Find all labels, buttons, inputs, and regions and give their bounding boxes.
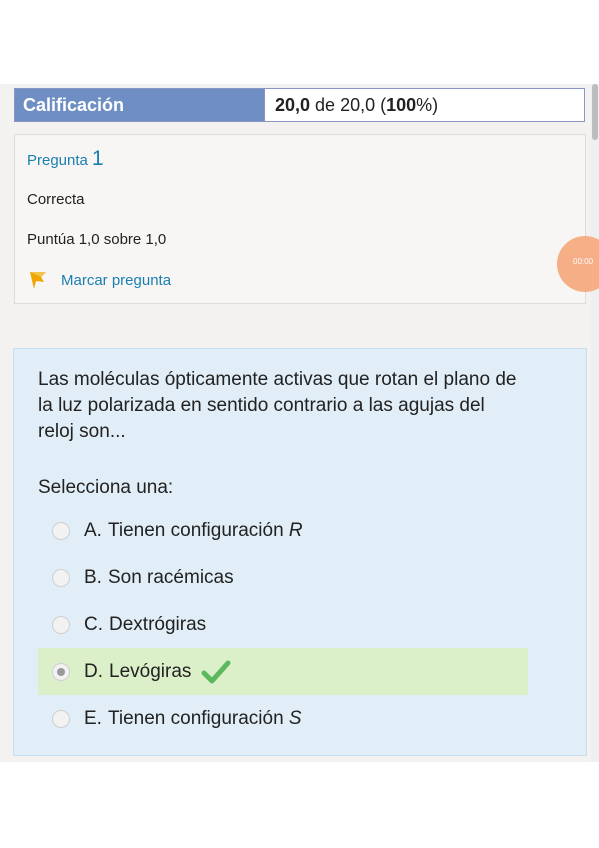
answer-list: A. Tienen configuración R B. Son racémic…	[38, 507, 528, 742]
timer-text: 00:00	[573, 257, 594, 266]
flag-question-link[interactable]: Marcar pregunta	[27, 269, 171, 291]
answer-letter: E.	[84, 707, 102, 729]
answer-option-d[interactable]: D. Levógiras	[38, 648, 528, 695]
answer-prompt: Selecciona una:	[38, 477, 174, 498]
correct-check-icon	[201, 660, 231, 683]
question-text: Las moléculas ópticamente activas que ro…	[38, 369, 517, 442]
answer-option-e[interactable]: E. Tienen configuración S	[38, 695, 528, 742]
flag-question-label: Marcar pregunta	[61, 271, 172, 289]
grade-label: Calificación	[15, 89, 264, 121]
answer-text: Tienen configuración S	[107, 707, 302, 729]
answer-letter: B.	[84, 566, 102, 588]
answer-option-a[interactable]: A. Tienen configuración R	[38, 507, 528, 554]
answer-text: Levógiras	[109, 660, 192, 682]
answer-letter: D.	[84, 660, 103, 682]
question-number: 1	[91, 147, 104, 170]
radio-d[interactable]	[52, 662, 70, 681]
answer-option-c[interactable]: C. Dextrógiras	[38, 601, 528, 648]
answer-option-b[interactable]: B. Son racémicas	[38, 554, 528, 601]
grade-summary: Calificación 20,0 de 20,0 (100%)	[14, 88, 585, 122]
radio-c[interactable]	[52, 615, 70, 634]
radio-e[interactable]	[52, 709, 70, 728]
answer-letter: A.	[84, 519, 102, 541]
question-state: Correcta	[27, 191, 85, 208]
answer-text: Son racémicas	[107, 566, 234, 588]
question-heading: Pregunta 1	[27, 147, 104, 171]
question-info-box: Pregunta 1 Correcta Puntúa 1,0 sobre 1,0 …	[14, 134, 586, 304]
grade-value: 20,0 de 20,0 (100%)	[264, 89, 584, 121]
answer-text: Tienen configuración R	[107, 519, 303, 541]
question-box: Las moléculas ópticamente activas que ro…	[13, 348, 587, 756]
answer-text: Dextrógiras	[109, 613, 207, 635]
radio-a[interactable]	[52, 521, 70, 540]
answer-letter: C.	[84, 613, 103, 635]
question-score: Puntúa 1,0 sobre 1,0	[27, 231, 167, 248]
scrollbar[interactable]	[591, 84, 599, 762]
scrollbar-thumb[interactable]	[592, 84, 598, 140]
radio-b[interactable]	[52, 568, 70, 587]
flag-icon	[30, 272, 46, 289]
question-heading-label: Pregunta	[27, 152, 88, 169]
